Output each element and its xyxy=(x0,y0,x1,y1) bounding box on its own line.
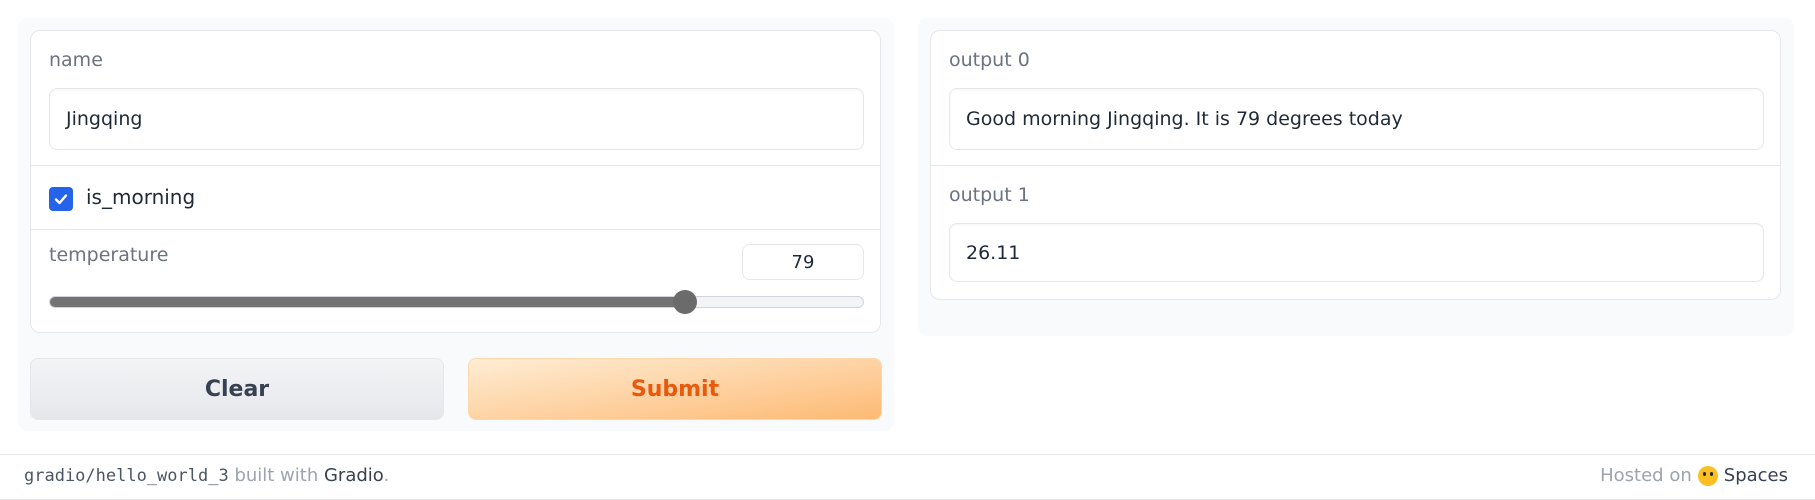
temperature-slider-fill xyxy=(50,297,685,307)
clear-button[interactable]: Clear xyxy=(30,358,444,420)
output-0-label: output 0 xyxy=(949,49,1030,71)
gradio-link[interactable]: Gradio xyxy=(324,465,384,486)
input-panel: name Jingqing is_morning temperature 79 xyxy=(18,18,894,431)
submit-button[interactable]: Submit xyxy=(468,358,882,420)
hosted-on-text: Hosted on xyxy=(1600,465,1692,486)
built-with-text: built with xyxy=(234,465,319,486)
inputs-card: name Jingqing is_morning temperature 79 xyxy=(30,30,881,333)
output-panel: output 0 Good morning Jingqing. It is 79… xyxy=(918,18,1794,336)
name-input[interactable]: Jingqing xyxy=(49,88,864,150)
temperature-slider-thumb[interactable] xyxy=(672,290,697,314)
spaces-link[interactable]: Spaces xyxy=(1724,465,1788,486)
output-1-textbox[interactable]: 26.11 xyxy=(949,223,1764,282)
temperature-slider-track[interactable] xyxy=(49,296,864,308)
app-page: name Jingqing is_morning temperature 79 xyxy=(0,0,1815,500)
output-1-block: output 1 26.11 xyxy=(931,166,1780,301)
repo-name[interactable]: gradio/hello_world_3 xyxy=(24,466,229,486)
temperature-label: temperature xyxy=(49,244,169,266)
outputs-card: output 0 Good morning Jingqing. It is 79… xyxy=(930,30,1781,300)
output-0-textbox[interactable]: Good morning Jingqing. It is 79 degrees … xyxy=(949,88,1764,150)
footer: gradio/hello_world_3 built with Gradio. … xyxy=(0,454,1815,500)
hugging-face-icon xyxy=(1697,465,1718,486)
footer-credit: gradio/hello_world_3 built with Gradio. xyxy=(24,465,389,486)
is-morning-checkbox[interactable] xyxy=(49,187,73,211)
name-label: name xyxy=(49,49,103,71)
footer-period: . xyxy=(383,465,390,486)
output-1-label: output 1 xyxy=(949,184,1030,206)
temperature-block: temperature 79 xyxy=(31,230,880,334)
name-field-block: name Jingqing xyxy=(31,31,880,166)
temperature-number-input[interactable]: 79 xyxy=(742,244,864,280)
hosted-on: Hosted on Spaces xyxy=(1600,465,1788,486)
is-morning-label[interactable]: is_morning xyxy=(86,185,195,209)
is-morning-block: is_morning xyxy=(31,166,880,230)
check-icon xyxy=(54,194,68,205)
output-0-block: output 0 Good morning Jingqing. It is 79… xyxy=(931,31,1780,166)
